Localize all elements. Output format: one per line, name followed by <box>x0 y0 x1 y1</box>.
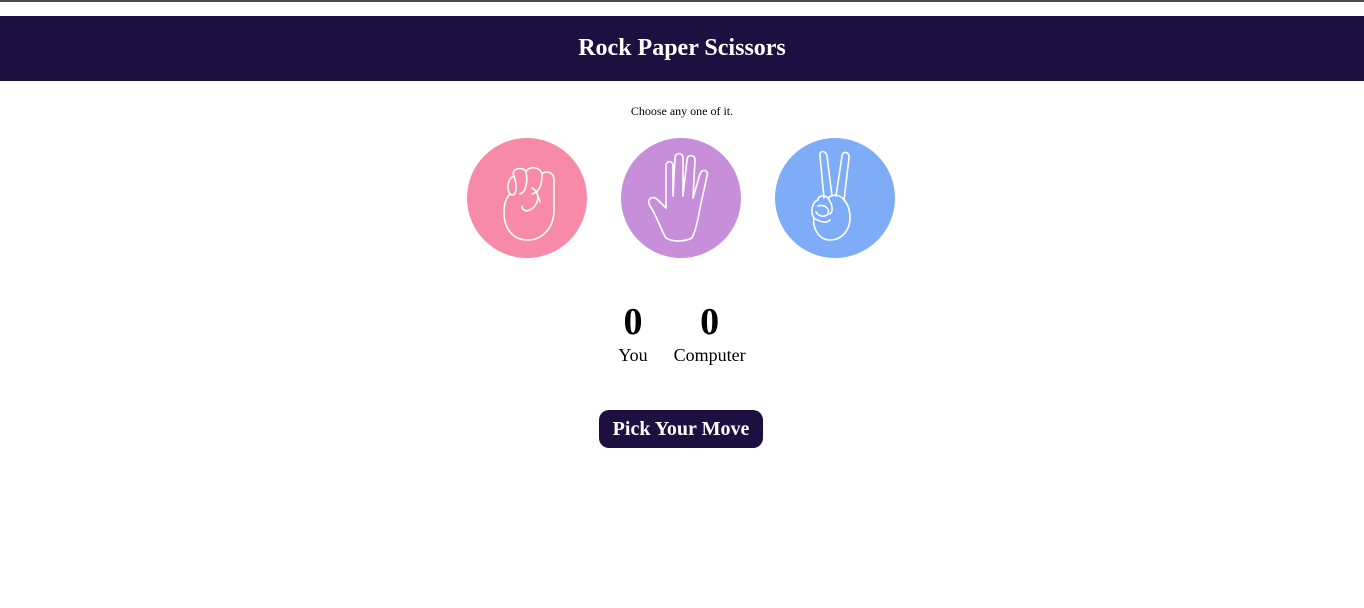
scissors-hand-icon <box>811 150 851 241</box>
rock-fist-icon <box>503 166 555 241</box>
computer-score-label: Computer <box>673 345 746 365</box>
app-header: Rock Paper Scissors <box>0 16 1364 81</box>
choice-list <box>467 138 895 258</box>
paper-choice-button[interactable] <box>621 138 741 258</box>
user-score-value: 0 <box>623 301 643 343</box>
user-score-label: You <box>618 345 648 365</box>
scoreboard: 0 You 0 Computer <box>0 300 1364 366</box>
user-score: 0 You <box>618 300 647 366</box>
scissors-choice-button[interactable] <box>775 138 895 258</box>
rock-choice-button[interactable] <box>467 138 587 258</box>
computer-score: 0 Computer <box>674 300 746 366</box>
top-divider <box>0 0 1364 2</box>
pick-your-move-button[interactable]: Pick Your Move <box>599 410 763 448</box>
paper-hand-icon <box>647 152 709 242</box>
computer-score-value: 0 <box>700 301 720 343</box>
page-title: Rock Paper Scissors <box>578 35 786 61</box>
choose-prompt: Choose any one of it. <box>630 104 734 118</box>
